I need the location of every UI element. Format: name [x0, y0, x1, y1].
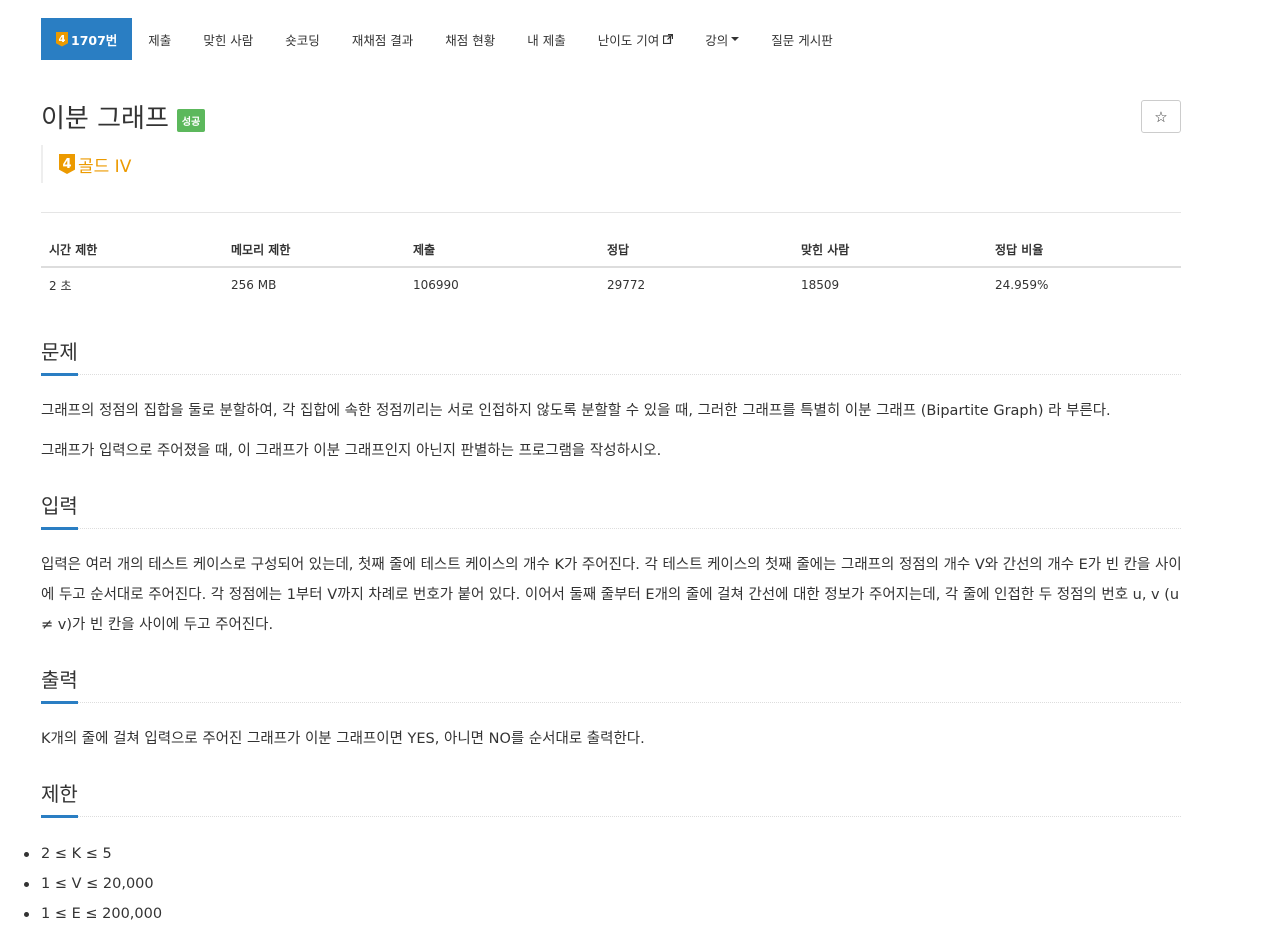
tier-label: 골드 IV	[78, 156, 132, 177]
nav-lectures-label: 강의	[705, 32, 729, 48]
solvers-value: 18509	[801, 278, 840, 292]
section-rule	[41, 702, 1181, 703]
favorite-star-button[interactable]: ☆	[1141, 100, 1181, 133]
section-output-header: 출력	[41, 664, 1181, 704]
submissions-value: 106990	[413, 278, 459, 292]
gold-tier-icon: 4	[56, 31, 68, 47]
th-accept-ratio: 정답 비율	[987, 232, 1181, 268]
section-title: 출력	[41, 664, 78, 704]
description-paragraph-2: 그래프가 입력으로 주어졌을 때, 이 그래프가 이분 그래프인지 아닌지 판별…	[41, 443, 662, 459]
nav-my-submissions[interactable]: 내 제출	[511, 18, 581, 60]
th-submissions: 제출	[405, 232, 599, 268]
list-item: 1 ≤ E ≤ 200,000	[23, 899, 162, 929]
status-badge: 성공	[176, 109, 206, 132]
section-limits-header: 제한	[41, 778, 1181, 818]
caret-down-icon	[731, 37, 740, 41]
nav-submit-label: 제출	[148, 32, 172, 48]
nav-judge-status[interactable]: 채점 현황	[429, 18, 511, 60]
nav-solvers[interactable]: 맞힌 사람	[187, 18, 269, 60]
problem-nav: 4 1707번 제출 맞힌 사람 숏코딩 재채점 결과 채점 현황 내 제출 난…	[41, 18, 849, 60]
nav-rejudge-label: 재채점 결과	[351, 32, 414, 48]
section-title: 문제	[41, 336, 78, 376]
table-row: 2 초 256 MB 106990 29772 18509 24.959%	[41, 267, 1181, 302]
list-item: 1 ≤ V ≤ 20,000	[23, 869, 162, 899]
section-title: 제한	[41, 778, 78, 818]
accepted-value: 29772	[607, 278, 646, 292]
th-accepted: 정답	[599, 232, 793, 268]
list-item: 2 ≤ K ≤ 5	[23, 839, 162, 869]
input-paragraph: 입력은 여러 개의 테스트 케이스로 구성되어 있는데, 첫째 줄에 테스트 케…	[41, 557, 1182, 633]
nav-question-board-label: 질문 게시판	[771, 32, 833, 48]
nav-rejudge-results[interactable]: 재채점 결과	[336, 18, 429, 60]
nav-question-board[interactable]: 질문 게시판	[755, 18, 848, 60]
problem-title-row: 이분 그래프 성공	[41, 98, 206, 135]
nav-short-coding-label: 숏코딩	[285, 32, 320, 48]
problem-title: 이분 그래프	[41, 104, 169, 134]
section-rule	[41, 816, 1181, 817]
th-time-limit: 시간 제한	[41, 232, 223, 268]
description-paragraph-1: 그래프의 정점의 집합을 둘로 분할하여, 각 집합에 속한 정점끼리는 서로 …	[41, 403, 1111, 419]
limits-list: 2 ≤ K ≤ 5 1 ≤ V ≤ 20,000 1 ≤ E ≤ 200,000	[23, 839, 162, 929]
section-rule	[41, 528, 1181, 529]
nav-judge-status-label: 채점 현황	[445, 32, 496, 48]
header-divider	[41, 212, 1181, 213]
accept-ratio-value: 24.959%	[995, 278, 1049, 292]
nav-solvers-label: 맞힌 사람	[203, 32, 254, 48]
problem-tier: 4 골드 IV	[41, 145, 131, 183]
nav-difficulty-label: 난이도 기여	[597, 32, 660, 48]
nav-lectures-dropdown[interactable]: 강의	[689, 18, 755, 60]
memory-limit-value: 256 MB	[231, 278, 277, 292]
star-icon: ☆	[1154, 107, 1168, 126]
table-header-row: 시간 제한 메모리 제한 제출 정답 맞힌 사람 정답 비율	[41, 232, 1181, 268]
nav-submit[interactable]: 제출	[132, 18, 187, 60]
section-input-header: 입력	[41, 490, 1181, 530]
th-memory-limit: 메모리 제한	[223, 232, 405, 268]
section-title: 입력	[41, 490, 78, 530]
nav-problem-number[interactable]: 4 1707번	[41, 18, 133, 60]
nav-my-submissions-label: 내 제출	[527, 32, 566, 48]
time-limit-value: 2 초	[49, 278, 72, 293]
th-solvers: 맞힌 사람	[793, 232, 987, 268]
problem-number-label: 1707번	[71, 32, 118, 48]
output-paragraph: K개의 줄에 걸쳐 입력으로 주어진 그래프가 이분 그래프이면 YES, 아니…	[41, 731, 645, 747]
nav-difficulty-contribution[interactable]: 난이도 기여	[582, 18, 689, 60]
section-rule	[41, 374, 1181, 375]
external-link-icon	[663, 34, 674, 44]
section-description-header: 문제	[41, 336, 1181, 376]
problem-info-table: 시간 제한 메모리 제한 제출 정답 맞힌 사람 정답 비율 2 초 256 M…	[41, 232, 1181, 302]
gold-tier-icon: 4	[59, 154, 75, 174]
nav-short-coding[interactable]: 숏코딩	[269, 18, 336, 60]
